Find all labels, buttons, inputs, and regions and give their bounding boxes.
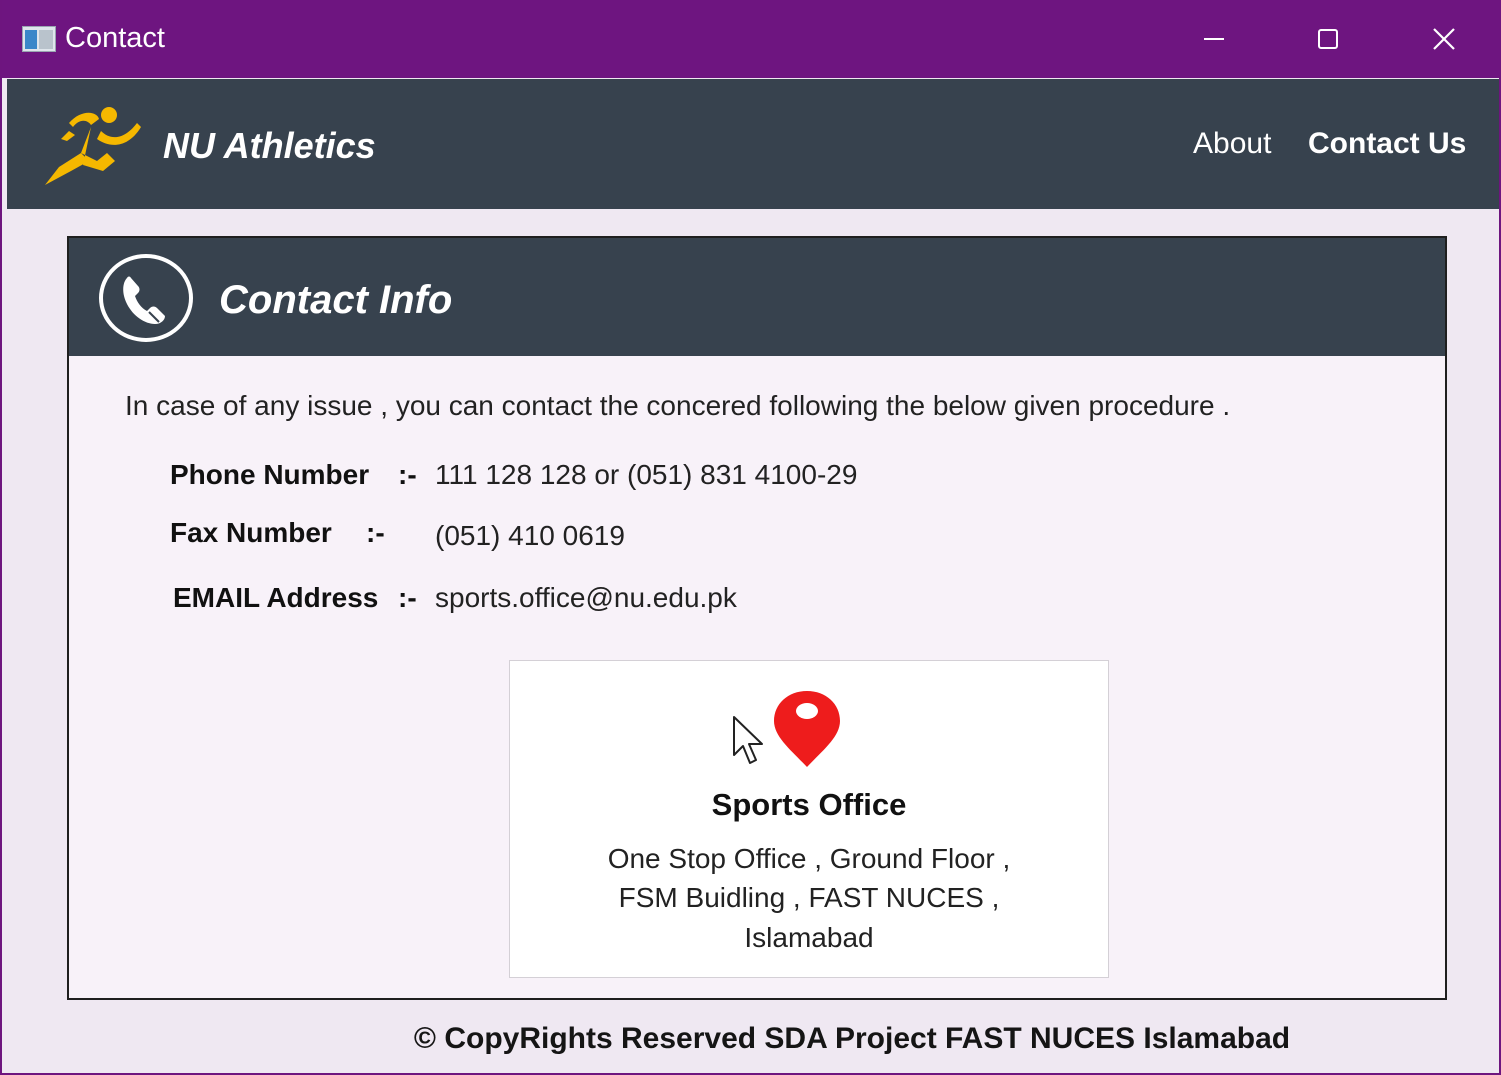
footer-copyright: © CopyRights Reserved SDA Project FAST N… (413, 1022, 1291, 1055)
card-title: Contact Info (219, 278, 453, 322)
email-separator: :- (398, 582, 417, 613)
card-header: Contact Info (69, 238, 1445, 356)
maximize-icon (1318, 29, 1338, 49)
nav-link-contact-us[interactable]: Contact Us (1308, 127, 1466, 161)
fax-value: (051) 410 0619 (435, 520, 625, 551)
close-icon (1433, 28, 1455, 50)
window-title: Contact (65, 22, 165, 54)
fax-separator: :- (366, 517, 385, 548)
phone-value: 111 128 128 or (051) 831 4100-29 (435, 459, 858, 490)
phone-separator: :- (398, 459, 417, 490)
phone-icon (99, 254, 193, 342)
office-address-line: One Stop Office , Ground Floor , (607, 843, 1011, 874)
minimize-icon (1204, 38, 1224, 40)
phone-label: Phone Number (170, 459, 370, 490)
brand-name: NU Athletics (163, 125, 376, 166)
fax-label: Fax Number (170, 517, 332, 548)
contact-window: Contact NU Athletics About Contact Us Co… (0, 0, 1501, 1075)
maximize-button[interactable] (1298, 14, 1358, 64)
office-address-line: FSM Buidling , FAST NUCES , (618, 882, 1000, 913)
intro-text: In case of any issue , you can contact t… (125, 390, 1231, 421)
top-navbar: NU Athletics About Contact Us (7, 79, 1499, 209)
runner-logo-icon (45, 107, 141, 185)
nav-link-about[interactable]: About (1193, 127, 1271, 161)
location-pin-icon (774, 691, 840, 767)
window-app-icon (22, 26, 56, 52)
minimize-button[interactable] (1184, 14, 1244, 64)
email-value[interactable]: sports.office@nu.edu.pk (435, 582, 737, 614)
office-title: Sports Office (711, 787, 907, 822)
sports-office-card[interactable]: Sports Office One Stop Office , Ground F… (509, 660, 1109, 978)
email-label: EMAIL Address (173, 582, 379, 613)
close-button[interactable] (1414, 14, 1474, 64)
office-address-line: Islamabad (744, 922, 874, 953)
contact-info-card: Contact Info In case of any issue , you … (67, 236, 1447, 1000)
title-bar[interactable]: Contact (2, 0, 1501, 78)
mouse-cursor-icon (733, 716, 763, 764)
